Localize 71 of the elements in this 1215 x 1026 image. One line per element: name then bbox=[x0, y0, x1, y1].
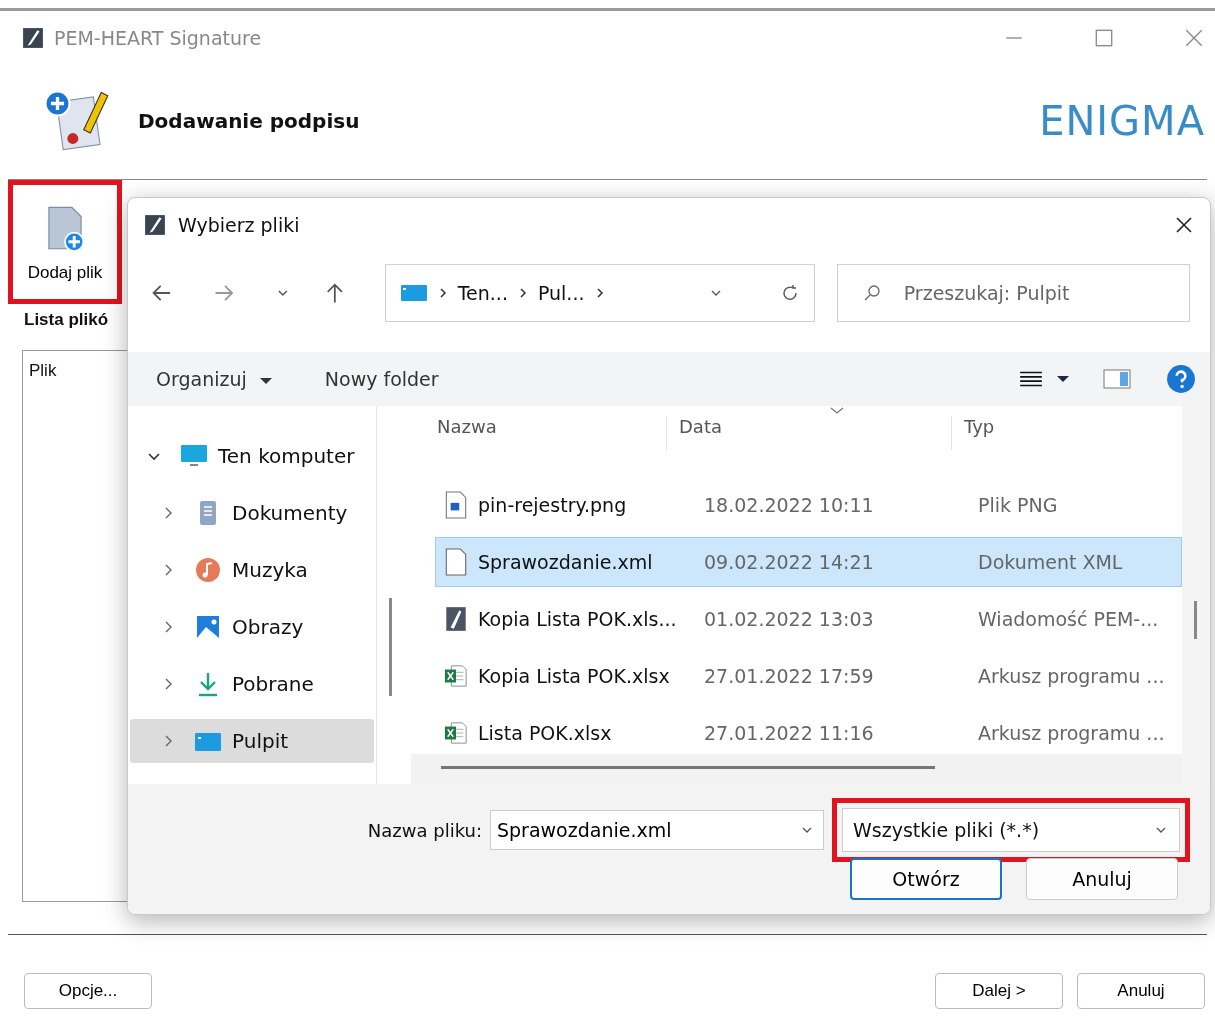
file-name: Kopia Lista POK.xls... bbox=[478, 608, 677, 630]
dropdown-triangle-icon[interactable] bbox=[1056, 374, 1070, 384]
desktop-icon bbox=[399, 283, 428, 303]
options-button[interactable]: Opcje... bbox=[24, 973, 152, 1009]
app-icon bbox=[22, 27, 44, 49]
nav-item[interactable]: Ten komputer bbox=[130, 434, 374, 478]
help-icon[interactable] bbox=[1166, 364, 1196, 394]
pen-file-icon bbox=[444, 605, 468, 633]
open-button[interactable]: Otwórz bbox=[850, 858, 1002, 900]
file-date: 09.02.2022 14:21 bbox=[703, 551, 875, 573]
search-field[interactable]: Przeszukaj: Pulpit bbox=[901, 281, 1186, 305]
maximize-icon[interactable] bbox=[1093, 27, 1115, 49]
nav-item[interactable]: Pobrane bbox=[130, 662, 374, 706]
file-type: Plik PNG bbox=[978, 494, 1059, 516]
column-header[interactable]: Nazwa bbox=[411, 416, 667, 450]
image-file-icon bbox=[444, 491, 468, 519]
file-name: Lista POK.xlsx bbox=[478, 722, 612, 744]
nav-item[interactable]: Obrazy bbox=[130, 605, 374, 649]
file-row[interactable]: Kopia Lista POK.xls... 01.02.2022 13:03 Wiadomość PEM-... bbox=[435, 594, 1182, 644]
file-row[interactable]: pin-rejestry.png 18.02.2022 10:11 Plik PNG bbox=[435, 480, 1182, 530]
cancel-button[interactable]: Anuluj bbox=[1077, 973, 1205, 1009]
file-date: 18.02.2022 10:11 bbox=[703, 494, 875, 516]
file-date: 27.01.2022 11:16 bbox=[703, 722, 875, 744]
column-header: Plik bbox=[29, 361, 57, 380]
nav-item[interactable]: Muzyka bbox=[130, 548, 374, 592]
music-note-icon bbox=[194, 556, 222, 584]
file-row[interactable]: Kopia Lista POK.xlsx 27.01.2022 17:59 Arkusz programu ... bbox=[435, 651, 1182, 701]
window-title: PEM-HEART Signature bbox=[54, 27, 262, 49]
file-name: Kopia Lista POK.xlsx bbox=[478, 665, 670, 687]
close-icon[interactable] bbox=[1174, 215, 1194, 235]
picture-icon bbox=[194, 613, 222, 641]
chevron-right-icon bbox=[437, 286, 448, 300]
file-type: Wiadomość PEM-... bbox=[978, 608, 1160, 630]
file-row[interactable]: Lista POK.xlsx 27.01.2022 11:16 Arkusz programu ... bbox=[435, 708, 1182, 758]
breadcrumb-item[interactable]: Pul... bbox=[537, 282, 585, 304]
column-header[interactable]: Typ bbox=[952, 416, 1182, 450]
file-icon bbox=[444, 548, 468, 576]
spreadsheet-icon bbox=[444, 719, 468, 747]
next-button[interactable]: Dalej > bbox=[935, 973, 1063, 1009]
filename-combo[interactable]: Sprawozdanie.xml bbox=[490, 810, 824, 850]
column-header[interactable]: Data bbox=[667, 416, 952, 450]
file-type: Arkusz programu ... bbox=[978, 665, 1166, 687]
file-date: 27.01.2022 17:59 bbox=[703, 665, 875, 687]
breadcrumb-item[interactable]: Ten... bbox=[457, 282, 508, 304]
file-type: Dokument XML bbox=[978, 551, 1124, 573]
filename-label: Nazwa pliku: bbox=[367, 819, 482, 841]
page-heading: Dodawanie podpisu bbox=[138, 109, 360, 133]
chevron-right-icon bbox=[517, 286, 528, 300]
new-folder-button[interactable]: Nowy folder bbox=[324, 368, 439, 390]
file-type-dropdown[interactable]: Wszystkie pliki (*.*) bbox=[842, 808, 1180, 852]
file-name: pin-rejestry.png bbox=[478, 494, 627, 516]
caret-icon bbox=[258, 376, 273, 386]
file-list-label: Lista plikó bbox=[23, 309, 110, 331]
add-file-button[interactable]: Dodaj plik bbox=[8, 180, 122, 304]
address-bar[interactable]: Ten... Pul... bbox=[384, 264, 815, 322]
file-row[interactable]: Sprawozdanie.xml 09.02.2022 14:21 Dokument XML bbox=[435, 537, 1182, 587]
spreadsheet-icon bbox=[444, 662, 468, 690]
file-date: 01.02.2022 13:03 bbox=[703, 608, 875, 630]
sort-caret-icon bbox=[829, 406, 845, 416]
chevron-right-icon bbox=[594, 286, 605, 300]
nav-item[interactable]: Pulpit bbox=[130, 719, 374, 763]
file-name: Sprawozdanie.xml bbox=[478, 551, 653, 573]
organize-menu[interactable]: Organizuj bbox=[156, 368, 273, 390]
cancel-button[interactable]: Anuluj bbox=[1026, 858, 1178, 900]
search-box[interactable]: Przeszukaj: Pulpit bbox=[836, 264, 1190, 322]
file-type: Arkusz programu ... bbox=[978, 722, 1166, 744]
enigma-logo: ENIGMA bbox=[1039, 98, 1205, 144]
nav-item[interactable]: Dokumenty bbox=[130, 491, 374, 535]
app-icon bbox=[144, 214, 166, 236]
preview-pane-icon[interactable] bbox=[1102, 368, 1132, 390]
dialog-title: Wybierz pliki bbox=[178, 214, 300, 236]
